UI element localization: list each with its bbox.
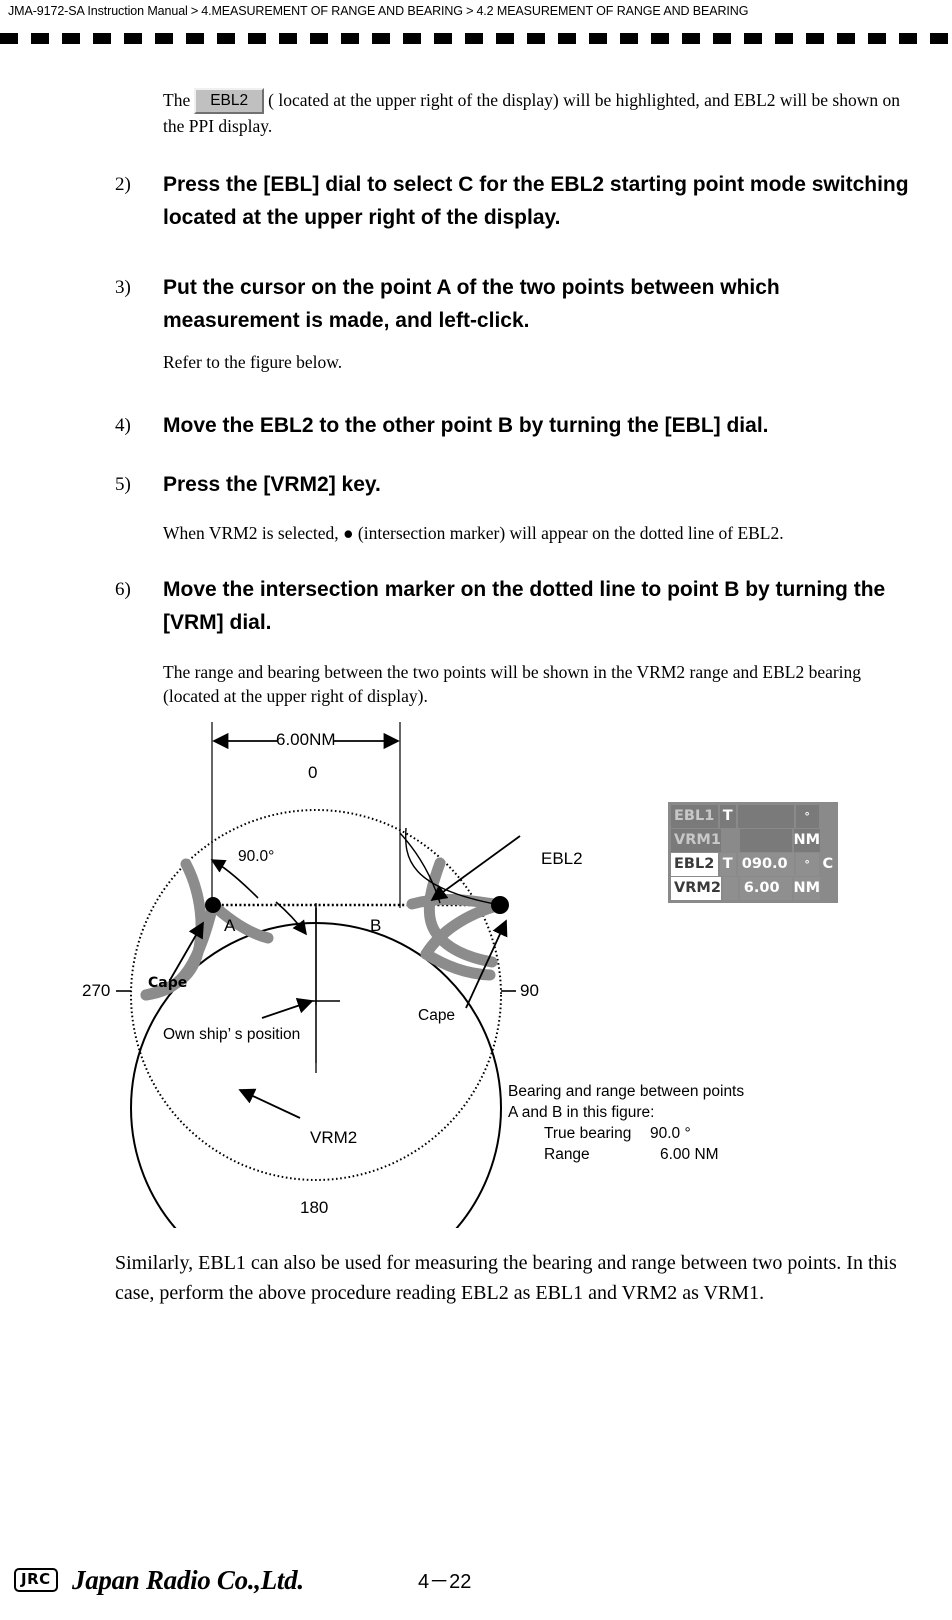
step-4-text: Move the EBL2 to the other point B by tu…	[163, 414, 769, 437]
ebl2-button[interactable]: EBL2	[194, 88, 265, 114]
panel-vrm1-mode	[723, 829, 738, 852]
step-2-number: 2)	[115, 174, 131, 195]
ebl2-sweep-arc	[404, 827, 501, 906]
panel-ebl1-degree-icon: °	[795, 805, 819, 828]
own-ship-leader	[261, 997, 314, 1019]
cape-right-leader	[465, 919, 508, 1009]
range-dimension-label: 6.00NM	[276, 730, 336, 749]
header-dashed-rule	[0, 33, 952, 44]
breadcrumb-separator-1: >	[190, 3, 199, 18]
panel-row-ebl2[interactable]: EBL2 T 090.0 ° C	[671, 853, 835, 876]
step-4: 4) Move the EBL2 to the other point B by…	[115, 409, 935, 442]
cape-right-label: Cape	[418, 1007, 456, 1024]
refer-note: Refer to the figure below.	[163, 352, 343, 372]
ebl2-leader	[430, 835, 521, 902]
breadcrumb: JMA-9172-SA Instruction Manual >4.MEASURE…	[8, 2, 908, 20]
panel-vrm2-value: 6.00	[739, 877, 792, 900]
summary-line-1: Bearing and range between points	[508, 1083, 745, 1100]
panel-vrm2-mode	[722, 877, 738, 900]
panel-row-vrm2[interactable]: VRM2 6.00 NM	[671, 877, 835, 900]
step-2-text: Press the [EBL] dial to select C for the…	[163, 173, 909, 229]
intro-paragraph: The EBL2( located at the upper right of t…	[163, 88, 913, 138]
point-b-label: B	[370, 916, 382, 935]
step-3-text: Put the cursor on the point A of the two…	[163, 276, 780, 332]
vrm2-figure-label: VRM2	[310, 1128, 358, 1147]
angle-annotation-label: 90.0°	[238, 848, 275, 865]
step-3-number: 3)	[115, 277, 131, 298]
bearing-270-label: 270	[82, 981, 111, 1000]
panel-vrm1-name[interactable]: VRM1	[671, 829, 721, 852]
step-2: 2) Press the [EBL] dial to select C for …	[115, 168, 915, 234]
panel-vrm2-unit: NM	[793, 877, 820, 900]
step-6: 6) Move the intersection marker on the d…	[115, 573, 915, 639]
company-name: Japan Radio Co.,Ltd.	[72, 1565, 304, 1595]
panel-ebl2-suffix: C	[822, 856, 834, 873]
panel-row-vrm1[interactable]: VRM1 NM	[671, 829, 835, 852]
vrm2-leader	[238, 1088, 301, 1119]
bearing-180-label: 180	[300, 1198, 329, 1217]
step-4-number: 4)	[115, 415, 131, 436]
step-6-number: 6)	[115, 579, 131, 600]
panel-ebl1-name[interactable]: EBL1	[671, 805, 718, 828]
summary-line-2: A and B in this figure:	[508, 1104, 655, 1121]
intro-after: ( located at the upper right of the disp…	[163, 90, 900, 136]
jrc-logo: JRC	[14, 1568, 58, 1592]
radar-display-panel: EBL1 T ° VRM1 NM EBL2 T 090.0 ° C VRM2 6…	[668, 802, 838, 903]
page-header: JMA-9172-SA Instruction Manual >4.MEASURE…	[0, 0, 952, 46]
page-footer: JRC Japan Radio Co.,Ltd. 4－22	[0, 1560, 952, 1610]
panel-vrm2-name[interactable]: VRM2	[671, 877, 721, 900]
step-5-text: Press the [VRM2] key.	[163, 473, 381, 496]
breadcrumb-separator-2: >	[465, 3, 474, 18]
breadcrumb-chapter: 4.MEASUREMENT OF RANGE AND BEARING	[201, 4, 463, 18]
panel-ebl1-value	[737, 805, 794, 828]
panel-row-ebl1[interactable]: EBL1 T °	[671, 805, 835, 828]
point-a-marker	[205, 897, 221, 913]
summary-bearing-value: 90.0 °	[650, 1125, 691, 1142]
radar-ppi-figure: 6.00NM 0 90 180 270 90.0° A B Cape Cape …	[0, 718, 952, 1228]
radar-diagram-svg	[116, 722, 521, 1228]
step-5-number: 5)	[115, 474, 131, 495]
panel-ebl2-value: 090.0	[737, 853, 794, 876]
bearing-90-label: 90	[520, 981, 539, 1000]
summary-range-label: Range	[544, 1146, 590, 1163]
panel-ebl2-mode[interactable]: T	[719, 853, 736, 876]
intro-before: The	[163, 90, 191, 110]
breadcrumb-manual: JMA-9172-SA Instruction Manual	[8, 4, 188, 18]
page-number: 4－22	[418, 1571, 472, 1593]
panel-vrm1-suffix	[822, 829, 835, 852]
panel-ebl2-degree-icon: °	[795, 853, 819, 876]
panel-ebl1-suffix	[821, 805, 835, 828]
step-6-text: Move the intersection marker on the dott…	[163, 578, 886, 634]
panel-vrm1-unit: NM	[793, 829, 820, 852]
cape-left-label: Cape	[148, 975, 188, 991]
own-ship-label: Own ship’ s position	[163, 1026, 301, 1043]
point-a-label: A	[224, 916, 236, 935]
bearing-0-label: 0	[308, 763, 318, 782]
vrm2-note: When VRM2 is selected, ● (intersection m…	[163, 523, 784, 543]
panel-ebl2-name[interactable]: EBL2	[671, 853, 718, 876]
summary-bearing-label: True bearing	[544, 1125, 632, 1142]
panel-ebl1-mode[interactable]: T	[719, 805, 736, 828]
summary-range-value: 6.00 NM	[660, 1146, 719, 1163]
step-5: 5) Press the [VRM2] key.	[115, 468, 815, 501]
panel-vrm2-suffix	[822, 877, 835, 900]
range-bearing-note: The range and bearing between the two po…	[163, 662, 862, 706]
panel-vrm1-value	[739, 829, 792, 852]
closing-paragraph: Similarly, EBL1 can also be used for mea…	[115, 1252, 897, 1304]
breadcrumb-section: 4.2 MEASUREMENT OF RANGE AND BEARING	[476, 4, 749, 18]
step-3: 3) Put the cursor on the point A of the …	[115, 271, 875, 337]
ebl2-figure-label: EBL2	[541, 849, 583, 868]
